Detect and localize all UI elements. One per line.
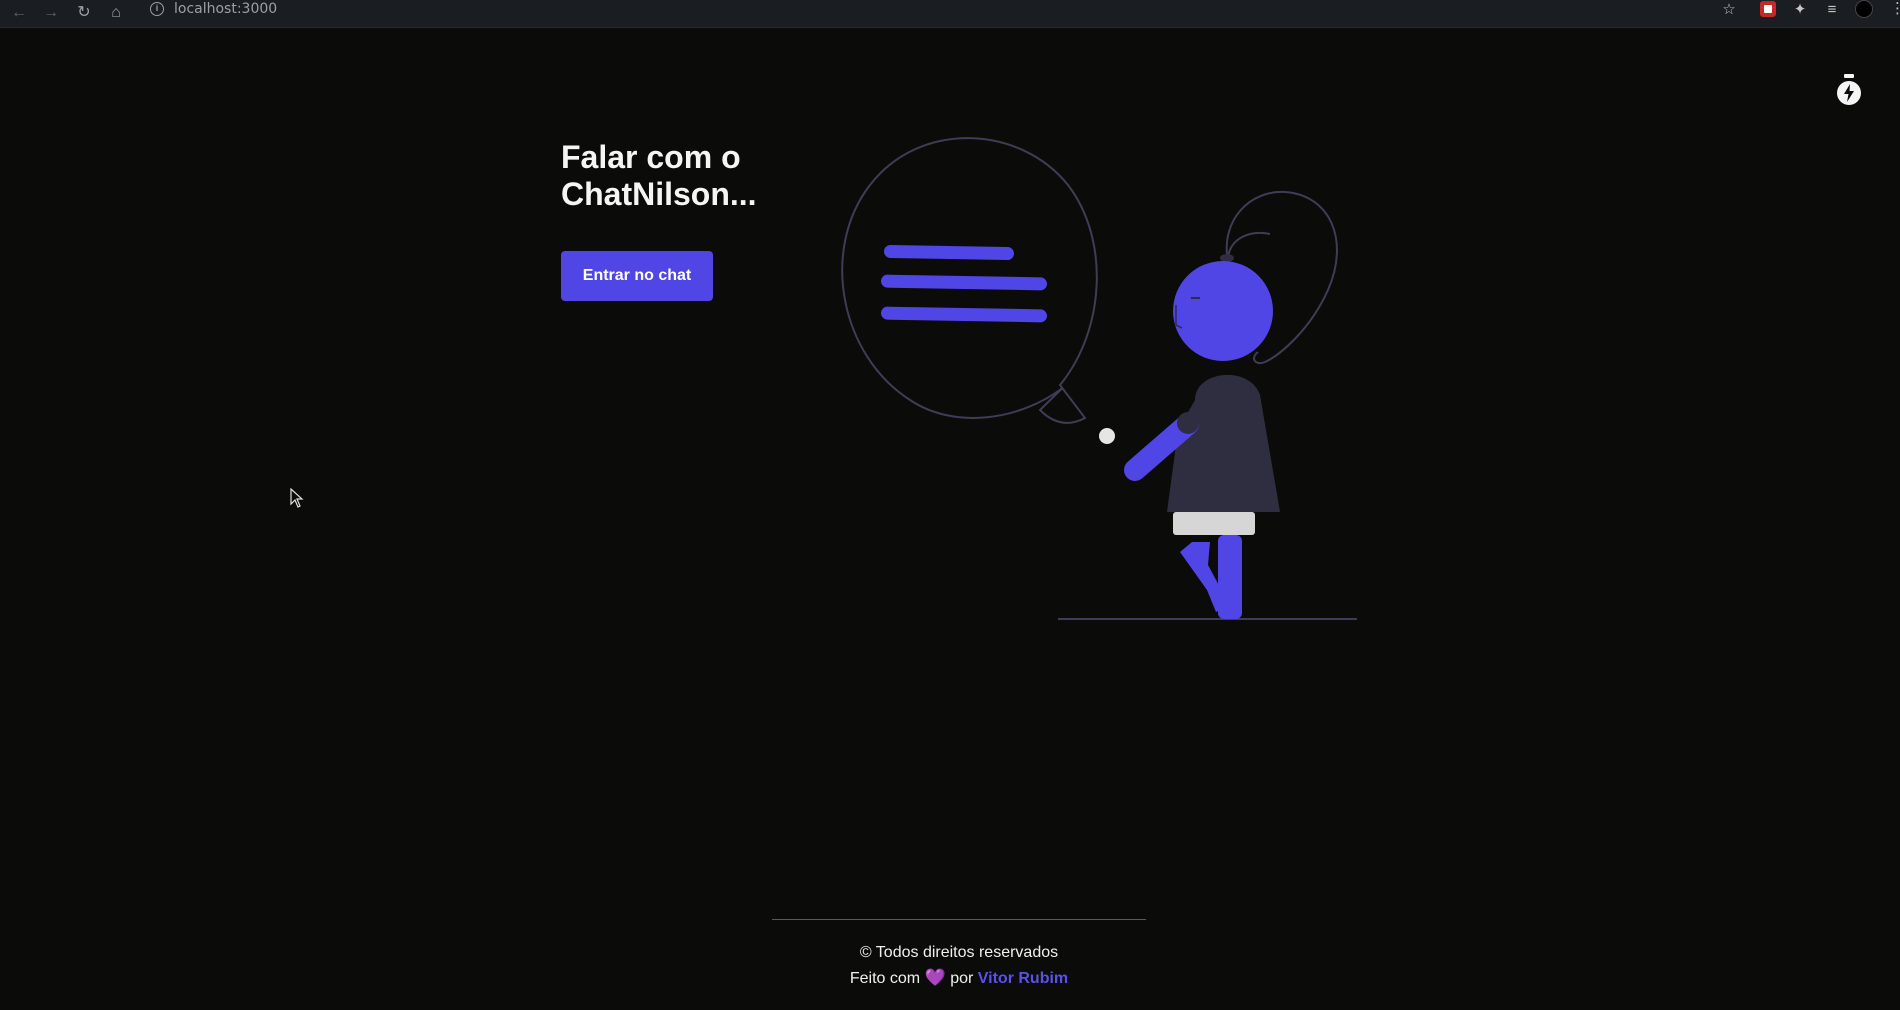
page-title: Falar com o ChatNilson... [561,139,757,212]
profile-avatar[interactable] [1855,0,1873,18]
mouse-cursor-icon [290,487,304,508]
author-link[interactable]: Vitor Rubim [978,970,1068,987]
enter-chat-button[interactable]: Entrar no chat [561,251,713,301]
footer-made-prefix: Feito com [849,970,921,987]
extension-icon[interactable] [1760,1,1776,17]
url-text: localhost:3000 [174,1,278,17]
chat-illustration [810,130,1370,630]
extensions-puzzle-icon[interactable]: ✦ [1791,1,1809,19]
theme-toggle-lightning-bolt-icon[interactable] [1835,74,1863,108]
back-arrow-icon[interactable]: ← [8,2,30,24]
footer-divider [772,919,1146,920]
reload-icon[interactable]: ↻ [73,2,95,24]
forward-arrow-icon[interactable]: → [40,2,62,24]
browser-toolbar: ← → ↻ ⌂ i localhost:3000 ☆ ✦ ≡ ⋮ [0,0,1900,28]
heart-icon: 💜 [924,968,946,987]
media-control-icon[interactable]: ≡ [1823,1,1841,19]
footer-made-by: por [950,970,974,987]
home-icon[interactable]: ⌂ [105,2,127,24]
footer-credits: Feito com 💜 por Vitor Rubim [0,968,1900,988]
info-icon[interactable]: i [150,2,164,16]
browser-menu-icon[interactable]: ⋮ [1890,0,1900,18]
bookmark-star-icon[interactable]: ☆ [1720,1,1738,19]
address-bar[interactable]: i localhost:3000 [140,0,1740,18]
footer-copyright: © Todos direitos reservados [859,944,1059,961]
